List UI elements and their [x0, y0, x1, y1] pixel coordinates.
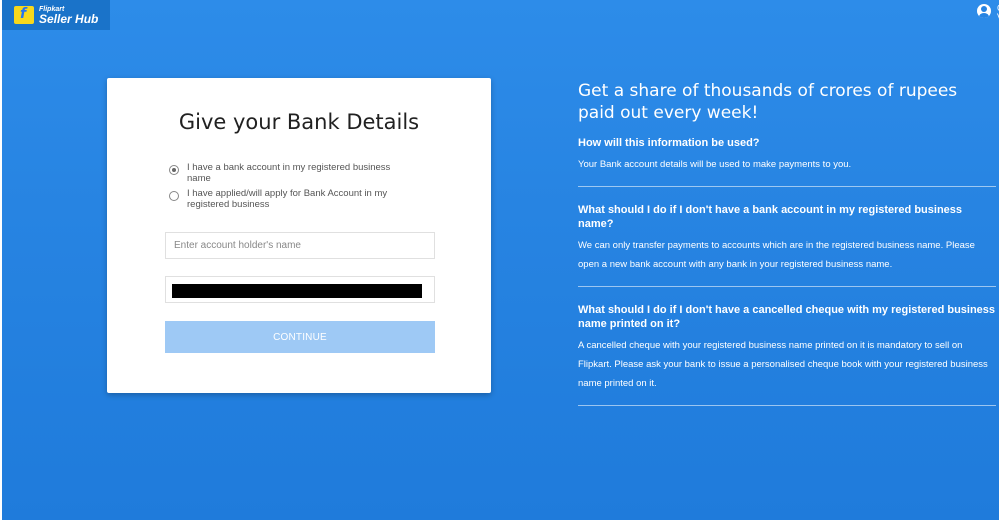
divider [578, 405, 996, 406]
redacted-value [172, 284, 422, 298]
radio-option-registered-account[interactable]: I have a bank account in my registered b… [169, 162, 407, 184]
card-title: Give your Bank Details [178, 110, 420, 134]
flipkart-logo-icon [14, 6, 34, 24]
logo-text: Flipkart Seller Hub [39, 6, 98, 25]
bank-details-card: Give your Bank Details I have a bank acc… [107, 78, 491, 393]
faq-question: How will this information be used? [578, 137, 760, 149]
faq-answer: A cancelled cheque with your registered … [578, 340, 988, 389]
seller-hub-logo[interactable]: Flipkart Seller Hub [2, 0, 110, 30]
radio-option-applied-account[interactable]: I have applied/will apply for Bank Accou… [169, 188, 407, 210]
account-number-input[interactable] [165, 276, 435, 303]
radio-button-checked[interactable] [169, 165, 179, 175]
radio-label: I have applied/will apply for Bank Accou… [187, 188, 388, 210]
faq-answer: We can only transfer payments to account… [578, 240, 975, 270]
logo-product-name: Seller Hub [39, 11, 99, 26]
divider [578, 286, 996, 287]
input-placeholder: Enter account holder's name [174, 240, 301, 251]
divider [578, 186, 996, 187]
faq-item: What should I do if I don't have a cance… [578, 303, 998, 393]
faq-answer: Your Bank account details will be used t… [578, 159, 852, 170]
page-background: Flipkart Seller Hub C V Give your Bank D… [2, 0, 999, 520]
user-circle-icon[interactable] [977, 4, 991, 18]
info-panel: Get a share of thousands of crores of ru… [578, 80, 998, 406]
radio-label: I have a bank account in my registered b… [187, 162, 391, 184]
info-headline: Get a share of thousands of crores of ru… [578, 81, 958, 123]
account-holder-name-input[interactable]: Enter account holder's name [165, 232, 435, 259]
continue-button[interactable]: CONTINUE [165, 321, 435, 353]
radio-button-unchecked[interactable] [169, 191, 179, 201]
faq-item: How will this information be used? Your … [578, 136, 998, 174]
faq-question: What should I do if I don't have a cance… [578, 304, 996, 330]
faq-question: What should I do if I don't have a bank … [578, 204, 963, 230]
faq-item: What should I do if I don't have a bank … [578, 203, 998, 274]
